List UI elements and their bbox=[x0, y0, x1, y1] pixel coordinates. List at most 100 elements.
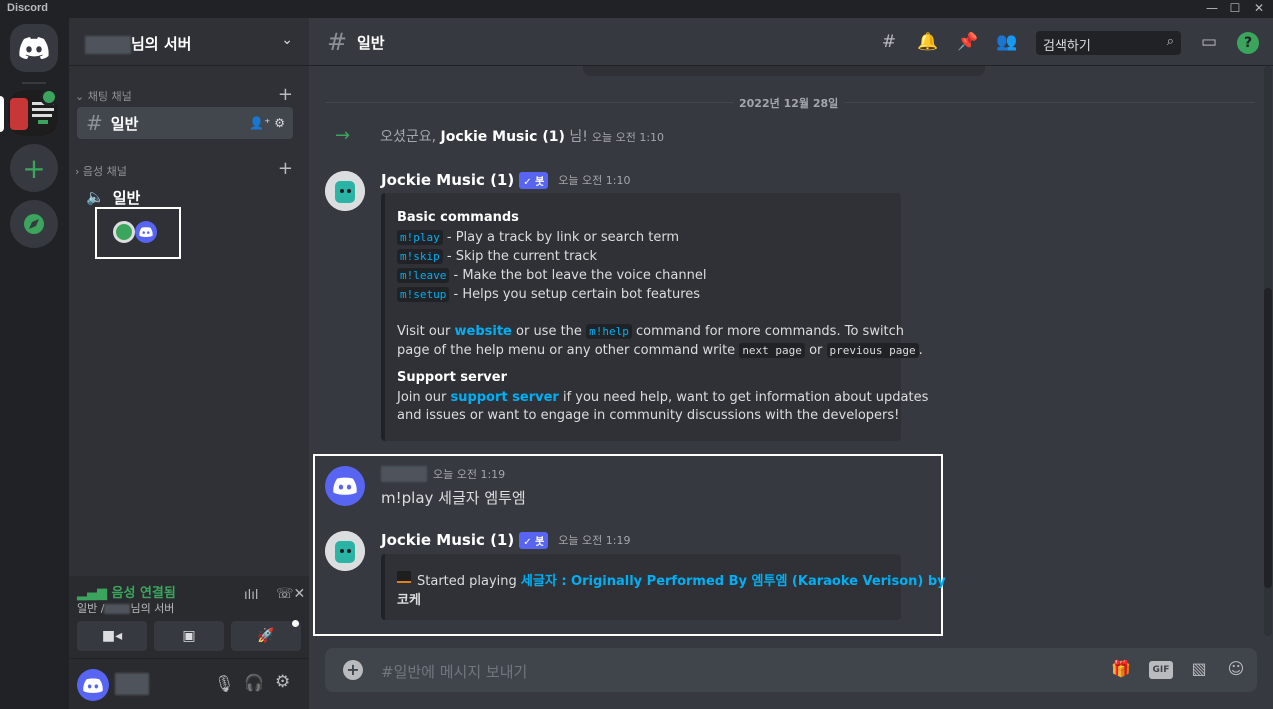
user-panel: 🎙 🎧 ⚙ bbox=[69, 659, 309, 709]
text: . bbox=[918, 343, 923, 358]
bot-avatar-art-icon bbox=[325, 531, 365, 571]
command-desc: - Make the bot leave the voice channel bbox=[453, 268, 707, 283]
now-playing-line: Started playing 세글자 : Originally Perform… bbox=[417, 570, 946, 589]
explore-servers-button[interactable] bbox=[10, 200, 58, 248]
noise-suppression-icon[interactable]: ılıl bbox=[244, 588, 258, 603]
screen-share-button[interactable]: ▣ bbox=[154, 621, 224, 651]
rocket-icon: 🚀 bbox=[257, 628, 275, 644]
website-link[interactable]: website bbox=[455, 324, 512, 339]
camera-button[interactable]: ■◂ bbox=[77, 621, 147, 651]
text: Join our bbox=[397, 390, 447, 405]
voice-category-label[interactable]: › 음성 채널 bbox=[75, 163, 127, 179]
avatar[interactable] bbox=[325, 466, 365, 506]
join-user[interactable]: Jockie Music (1) bbox=[441, 129, 565, 145]
server-name-text: 님의 서버 bbox=[131, 35, 192, 53]
embed-paragraph: page of the help menu or any other comma… bbox=[397, 343, 923, 358]
bot-avatar[interactable] bbox=[325, 171, 365, 211]
threads-icon[interactable]: # bbox=[877, 32, 901, 54]
command-line: m!setup - Helps you setup certain bot fe… bbox=[397, 287, 700, 302]
create-voice-channel-button[interactable]: + bbox=[278, 158, 293, 179]
track-link[interactable]: 세글자 : Originally Performed By 엠투엠 (Karao… bbox=[521, 574, 946, 589]
command-code: m!help bbox=[586, 324, 632, 339]
close-button[interactable]: ✕ bbox=[1248, 0, 1270, 18]
bot-avatar[interactable] bbox=[113, 221, 135, 243]
camera-icon: ■◂ bbox=[101, 628, 123, 644]
text: if you need help, want to get informatio… bbox=[562, 390, 929, 405]
avatar[interactable] bbox=[77, 669, 109, 701]
microphone-icon[interactable]: 🎙 bbox=[214, 674, 234, 693]
message-composer[interactable]: + #일반에 메시지 보내기 🎁 GIF ▧ ☺ bbox=[325, 648, 1257, 692]
activity-button[interactable]: 🚀 bbox=[231, 621, 301, 651]
embed-title: Basic commands bbox=[397, 210, 519, 225]
bot-avatar[interactable] bbox=[325, 531, 365, 571]
discord-logo-icon bbox=[333, 477, 357, 495]
previous-message-stub bbox=[583, 66, 985, 76]
inbox-icon[interactable]: ▭ bbox=[1197, 32, 1221, 54]
message-author[interactable]: Jockie Music (1) bbox=[381, 531, 514, 549]
message-input-placeholder[interactable]: #일반에 메시지 보내기 bbox=[381, 661, 527, 682]
minimize-button[interactable]: — bbox=[1201, 0, 1223, 18]
track-link-continued[interactable]: 코케 bbox=[397, 589, 421, 608]
title-bar: Discord — ☐ ✕ bbox=[0, 0, 1273, 18]
join-prefix: 오셨군요, bbox=[380, 129, 437, 145]
embed-subtitle: Support server bbox=[397, 370, 507, 385]
maximize-button[interactable]: ☐ bbox=[1224, 0, 1246, 18]
discord-logo-icon bbox=[139, 227, 153, 237]
help-icon[interactable]: ? bbox=[1237, 32, 1259, 54]
discord-home-button[interactable] bbox=[10, 24, 58, 72]
support-server-link[interactable]: support server bbox=[450, 390, 558, 405]
started-playing-text: Started playing bbox=[417, 574, 517, 589]
command-line: m!leave - Make the bot leave the voice c… bbox=[397, 268, 706, 283]
invite-icon[interactable]: 👤⁺ bbox=[249, 116, 270, 130]
emoji-icon[interactable]: ☺ bbox=[1224, 659, 1248, 681]
channel-name: 일반 bbox=[110, 114, 139, 133]
date-divider-label: 2022년 12월 28일 bbox=[733, 95, 845, 111]
embed-paragraph: Visit our website or use the m!help comm… bbox=[397, 324, 904, 339]
command-code: m!setup bbox=[397, 287, 450, 302]
settings-icon[interactable]: ⚙ bbox=[274, 116, 285, 130]
screen-share-icon: ▣ bbox=[182, 628, 196, 644]
channel-sidebar: 님의 서버 ⌄ ⌄ 채팅 채널 + # 일반 👤⁺ ⚙ › 음성 채널 + 🔈 … bbox=[69, 18, 309, 709]
pin-icon[interactable]: 📌 bbox=[956, 32, 980, 54]
headphones-icon[interactable]: 🎧 bbox=[244, 673, 264, 692]
server-header[interactable]: 님의 서버 ⌄ bbox=[69, 18, 309, 66]
speaker-icon bbox=[40, 88, 58, 106]
command-code: previous page bbox=[826, 343, 919, 358]
help-embed: Basic commands m!play - Play a track by … bbox=[381, 193, 928, 441]
redacted-username bbox=[115, 673, 149, 695]
gift-icon[interactable]: 🎁 bbox=[1109, 659, 1133, 681]
server-rail: + bbox=[0, 18, 69, 709]
search-placeholder: 검색하기 bbox=[1043, 39, 1091, 54]
search-icon: ⌕ bbox=[1166, 34, 1174, 49]
channel-item-text-general[interactable]: # 일반 👤⁺ ⚙ bbox=[77, 107, 293, 139]
members-icon[interactable]: 👥 bbox=[995, 32, 1019, 54]
message-author[interactable]: Jockie Music (1) bbox=[381, 171, 514, 189]
bell-icon[interactable]: 🔔 bbox=[916, 32, 940, 54]
text: or bbox=[809, 343, 823, 358]
add-server-button[interactable]: + bbox=[10, 144, 58, 192]
user-avatar[interactable] bbox=[135, 221, 157, 243]
command-code: m!skip bbox=[397, 249, 443, 264]
message-content: m!play 세글자 엠투엠 bbox=[381, 489, 526, 507]
discord-logo-icon bbox=[19, 37, 49, 59]
text-category-label[interactable]: ⌄ 채팅 채널 bbox=[75, 88, 132, 104]
gif-button[interactable]: GIF bbox=[1149, 661, 1173, 679]
disconnect-icon[interactable]: ☏✕ bbox=[276, 586, 305, 602]
text: Visit our bbox=[397, 324, 451, 339]
signal-icon: ▂▄▆ bbox=[77, 586, 107, 601]
hash-icon: # bbox=[86, 111, 103, 135]
upload-plus-icon[interactable]: + bbox=[343, 660, 363, 680]
create-text-channel-button[interactable]: + bbox=[278, 84, 293, 105]
search-input[interactable]: 검색하기 ⌕ bbox=[1036, 31, 1181, 55]
user-settings-icon[interactable]: ⚙ bbox=[275, 672, 290, 692]
discord-logo-icon bbox=[83, 678, 103, 693]
command-desc: - Skip the current track bbox=[446, 249, 598, 264]
scrollbar-thumb[interactable] bbox=[1264, 288, 1272, 588]
command-code: next page bbox=[739, 343, 805, 358]
voice-status[interactable]: ▂▄▆ 음성 연결됨 bbox=[77, 582, 176, 601]
command-line: m!skip - Skip the current track bbox=[397, 249, 597, 264]
timestamp: 오늘 오전 1:19 bbox=[558, 534, 631, 547]
redacted-username[interactable] bbox=[381, 466, 427, 482]
sticker-icon[interactable]: ▧ bbox=[1187, 659, 1211, 681]
voice-location: 일반 / 님의 서버 bbox=[77, 600, 174, 616]
